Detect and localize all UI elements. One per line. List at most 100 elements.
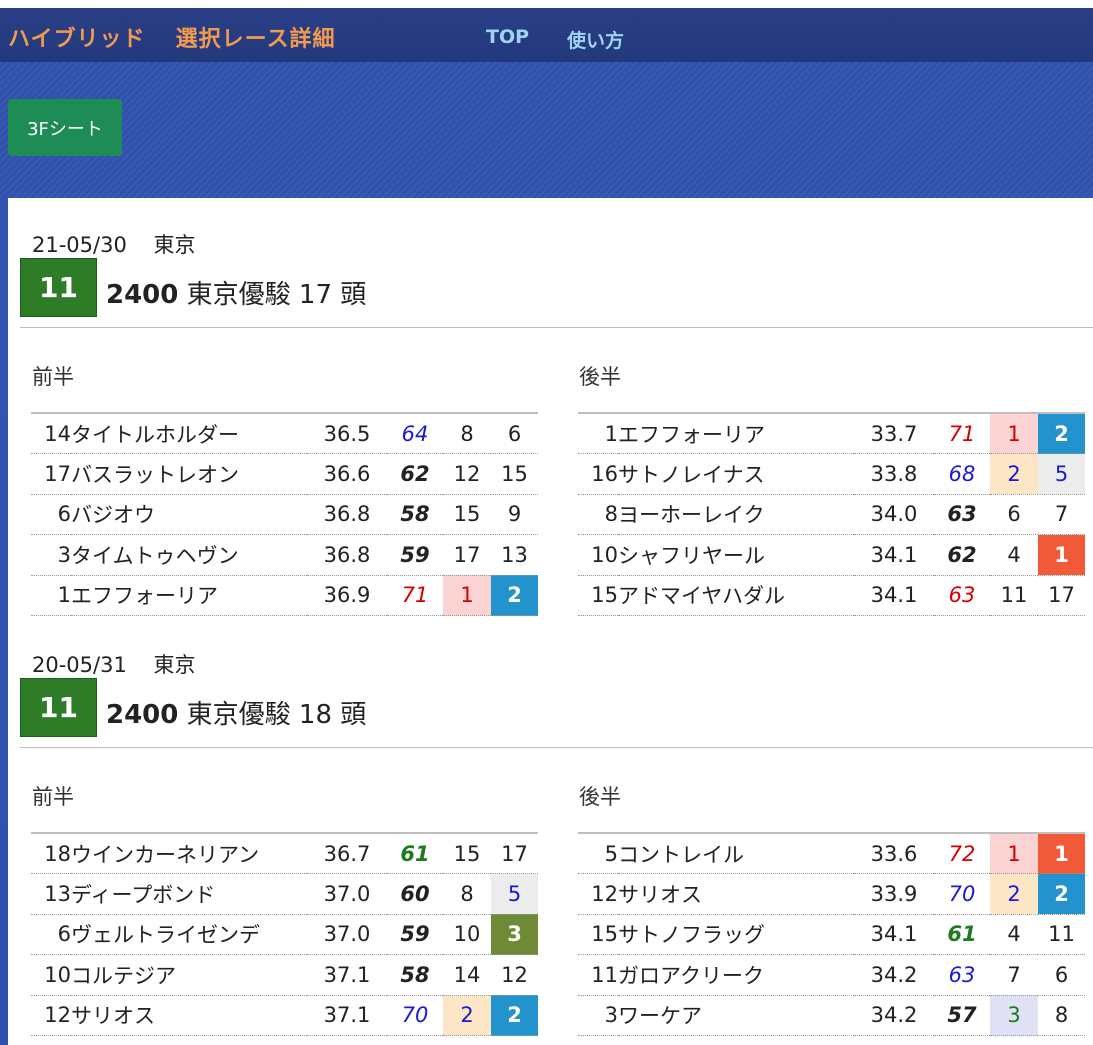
- race-title: 2400 東京優駿 17 頭: [106, 274, 366, 311]
- horse-number: 3: [578, 995, 618, 1036]
- split-time: 34.1: [854, 914, 934, 955]
- horse-name: コントレイル: [618, 833, 854, 874]
- horse-number: 12: [578, 873, 618, 915]
- brand-part1: ハイブリッド: [8, 27, 146, 52]
- score: 63: [934, 494, 990, 535]
- rank-1: 7: [990, 954, 1038, 996]
- score: 71: [387, 575, 443, 616]
- table-row[interactable]: 10 コルテジア 37.1 58 14 12: [31, 954, 538, 996]
- horse-name: サリオス: [71, 995, 307, 1036]
- rank-1: 4: [990, 914, 1038, 955]
- horse-name: ガロアクリーク: [618, 954, 854, 996]
- horse-name: ディープボンド: [71, 873, 307, 915]
- score: 59: [387, 914, 443, 955]
- horse-number: 1: [578, 413, 618, 454]
- rank-1: 12: [443, 453, 491, 495]
- horse-name: ワーケア: [618, 995, 854, 1036]
- rank-1: 15: [443, 833, 491, 874]
- race-date-venue: 21-05/30 東京: [32, 229, 196, 259]
- rank-2: 7: [1038, 494, 1085, 535]
- 3f-sheet-button[interactable]: 3Fシート: [8, 99, 122, 156]
- score: 58: [387, 494, 443, 535]
- first-half-table: 18 ウインカーネリアン 36.7 61 15 17 13 ディープボンド 37…: [31, 832, 538, 1036]
- table-row[interactable]: 18 ウインカーネリアン 36.7 61 15 17: [31, 833, 538, 874]
- horse-name: バジオウ: [71, 494, 307, 535]
- table-row[interactable]: 12 サリオス 37.1 70 2 2: [31, 995, 538, 1036]
- horse-name: エフフォーリア: [618, 413, 854, 454]
- table-row[interactable]: 3 ワーケア 34.2 57 3 8: [578, 995, 1085, 1036]
- score: 59: [387, 534, 443, 576]
- brand-title[interactable]: ハイブリッド 選択レース詳細: [8, 21, 335, 53]
- score: 61: [934, 914, 990, 955]
- rank-2: 17: [491, 833, 538, 874]
- race-number-badge: 11: [20, 678, 97, 737]
- score: 57: [934, 995, 990, 1036]
- rank-2: 2: [491, 575, 538, 616]
- rank-2: 3: [491, 914, 538, 955]
- horse-number: 10: [31, 954, 71, 996]
- score: 70: [387, 995, 443, 1036]
- table-row[interactable]: 5 コントレイル 33.6 72 1 1: [578, 833, 1085, 874]
- rank-2: 15: [491, 453, 538, 495]
- horse-number: 1: [31, 575, 71, 616]
- first-half-label: 前半: [32, 785, 74, 809]
- split-time: 36.8: [307, 494, 387, 535]
- horse-number: 15: [578, 914, 618, 955]
- first-half-label: 前半: [32, 365, 74, 389]
- table-row[interactable]: 16 サトノレイナス 33.8 68 2 5: [578, 453, 1085, 495]
- table-row[interactable]: 15 サトノフラッグ 34.1 61 4 11: [578, 914, 1085, 955]
- split-time: 36.7: [307, 833, 387, 874]
- score: 62: [387, 453, 443, 495]
- horse-number: 16: [578, 453, 618, 495]
- table-row[interactable]: 1 エフフォーリア 33.7 71 1 2: [578, 413, 1085, 454]
- rank-1: 3: [990, 995, 1038, 1036]
- nav-usage-link[interactable]: 使い方: [567, 26, 624, 53]
- second-half-table: 5 コントレイル 33.6 72 1 1 12 サリオス 33.9 70 2 2…: [578, 832, 1085, 1036]
- race-date: 21-05/30: [32, 233, 127, 257]
- score: 58: [387, 954, 443, 996]
- horse-number: 12: [31, 995, 71, 1036]
- table-row[interactable]: 12 サリオス 33.9 70 2 2: [578, 873, 1085, 915]
- table-row[interactable]: 17 バスラットレオン 36.6 62 12 15: [31, 453, 538, 495]
- race-date: 20-05/31: [32, 653, 127, 677]
- second-half-label: 後半: [579, 365, 621, 389]
- horse-number: 6: [31, 494, 71, 535]
- rank-2: 11: [1038, 914, 1085, 955]
- nav-top-link[interactable]: TOP: [486, 26, 529, 48]
- first-half-table: 14 タイトルホルダー 36.5 64 8 6 17 バスラットレオン 36.6…: [31, 412, 538, 616]
- horse-name: コルテジア: [71, 954, 307, 996]
- rank-2: 1: [1038, 534, 1085, 576]
- table-row[interactable]: 11 ガロアクリーク 34.2 63 7 6: [578, 954, 1085, 996]
- table-row[interactable]: 6 ヴェルトライゼンデ 37.0 59 10 3: [31, 914, 538, 955]
- race-title: 2400 東京優駿 18 頭: [106, 694, 366, 731]
- table-row[interactable]: 3 タイムトゥヘヴン 36.8 59 17 13: [31, 534, 538, 576]
- table-row[interactable]: 10 シャフリヤール 34.1 62 4 1: [578, 534, 1085, 576]
- rank-1: 11: [990, 575, 1038, 616]
- rank-1: 1: [990, 413, 1038, 454]
- split-time: 37.0: [307, 873, 387, 915]
- navbar: ハイブリッド 選択レース詳細 TOP 使い方: [0, 8, 1093, 62]
- rank-2: 6: [1038, 954, 1085, 996]
- rank-2: 5: [1038, 453, 1085, 495]
- race-venue: 東京: [153, 653, 196, 677]
- table-row[interactable]: 6 バジオウ 36.8 58 15 9: [31, 494, 538, 535]
- horse-number: 18: [31, 833, 71, 874]
- table-row[interactable]: 14 タイトルホルダー 36.5 64 8 6: [31, 413, 538, 454]
- rank-1: 2: [990, 453, 1038, 495]
- horse-name: アドマイヤハダル: [618, 575, 854, 616]
- rank-2: 1: [1038, 833, 1085, 874]
- score: 68: [934, 453, 990, 495]
- table-row[interactable]: 13 ディープボンド 37.0 60 8 5: [31, 873, 538, 915]
- rank-1: 1: [990, 833, 1038, 874]
- race-date-venue: 20-05/31 東京: [32, 649, 196, 679]
- table-row[interactable]: 1 エフフォーリア 36.9 71 1 2: [31, 575, 538, 616]
- table-row[interactable]: 15 アドマイヤハダル 34.1 63 11 17: [578, 575, 1085, 616]
- rank-1: 8: [443, 413, 491, 454]
- race-heads-unit: 頭: [340, 280, 367, 310]
- score: 72: [934, 833, 990, 874]
- rank-2: 12: [491, 954, 538, 996]
- table-row[interactable]: 8 ヨーホーレイク 34.0 63 6 7: [578, 494, 1085, 535]
- split-time: 36.9: [307, 575, 387, 616]
- rank-1: 1: [443, 575, 491, 616]
- race-distance: 2400: [106, 280, 179, 310]
